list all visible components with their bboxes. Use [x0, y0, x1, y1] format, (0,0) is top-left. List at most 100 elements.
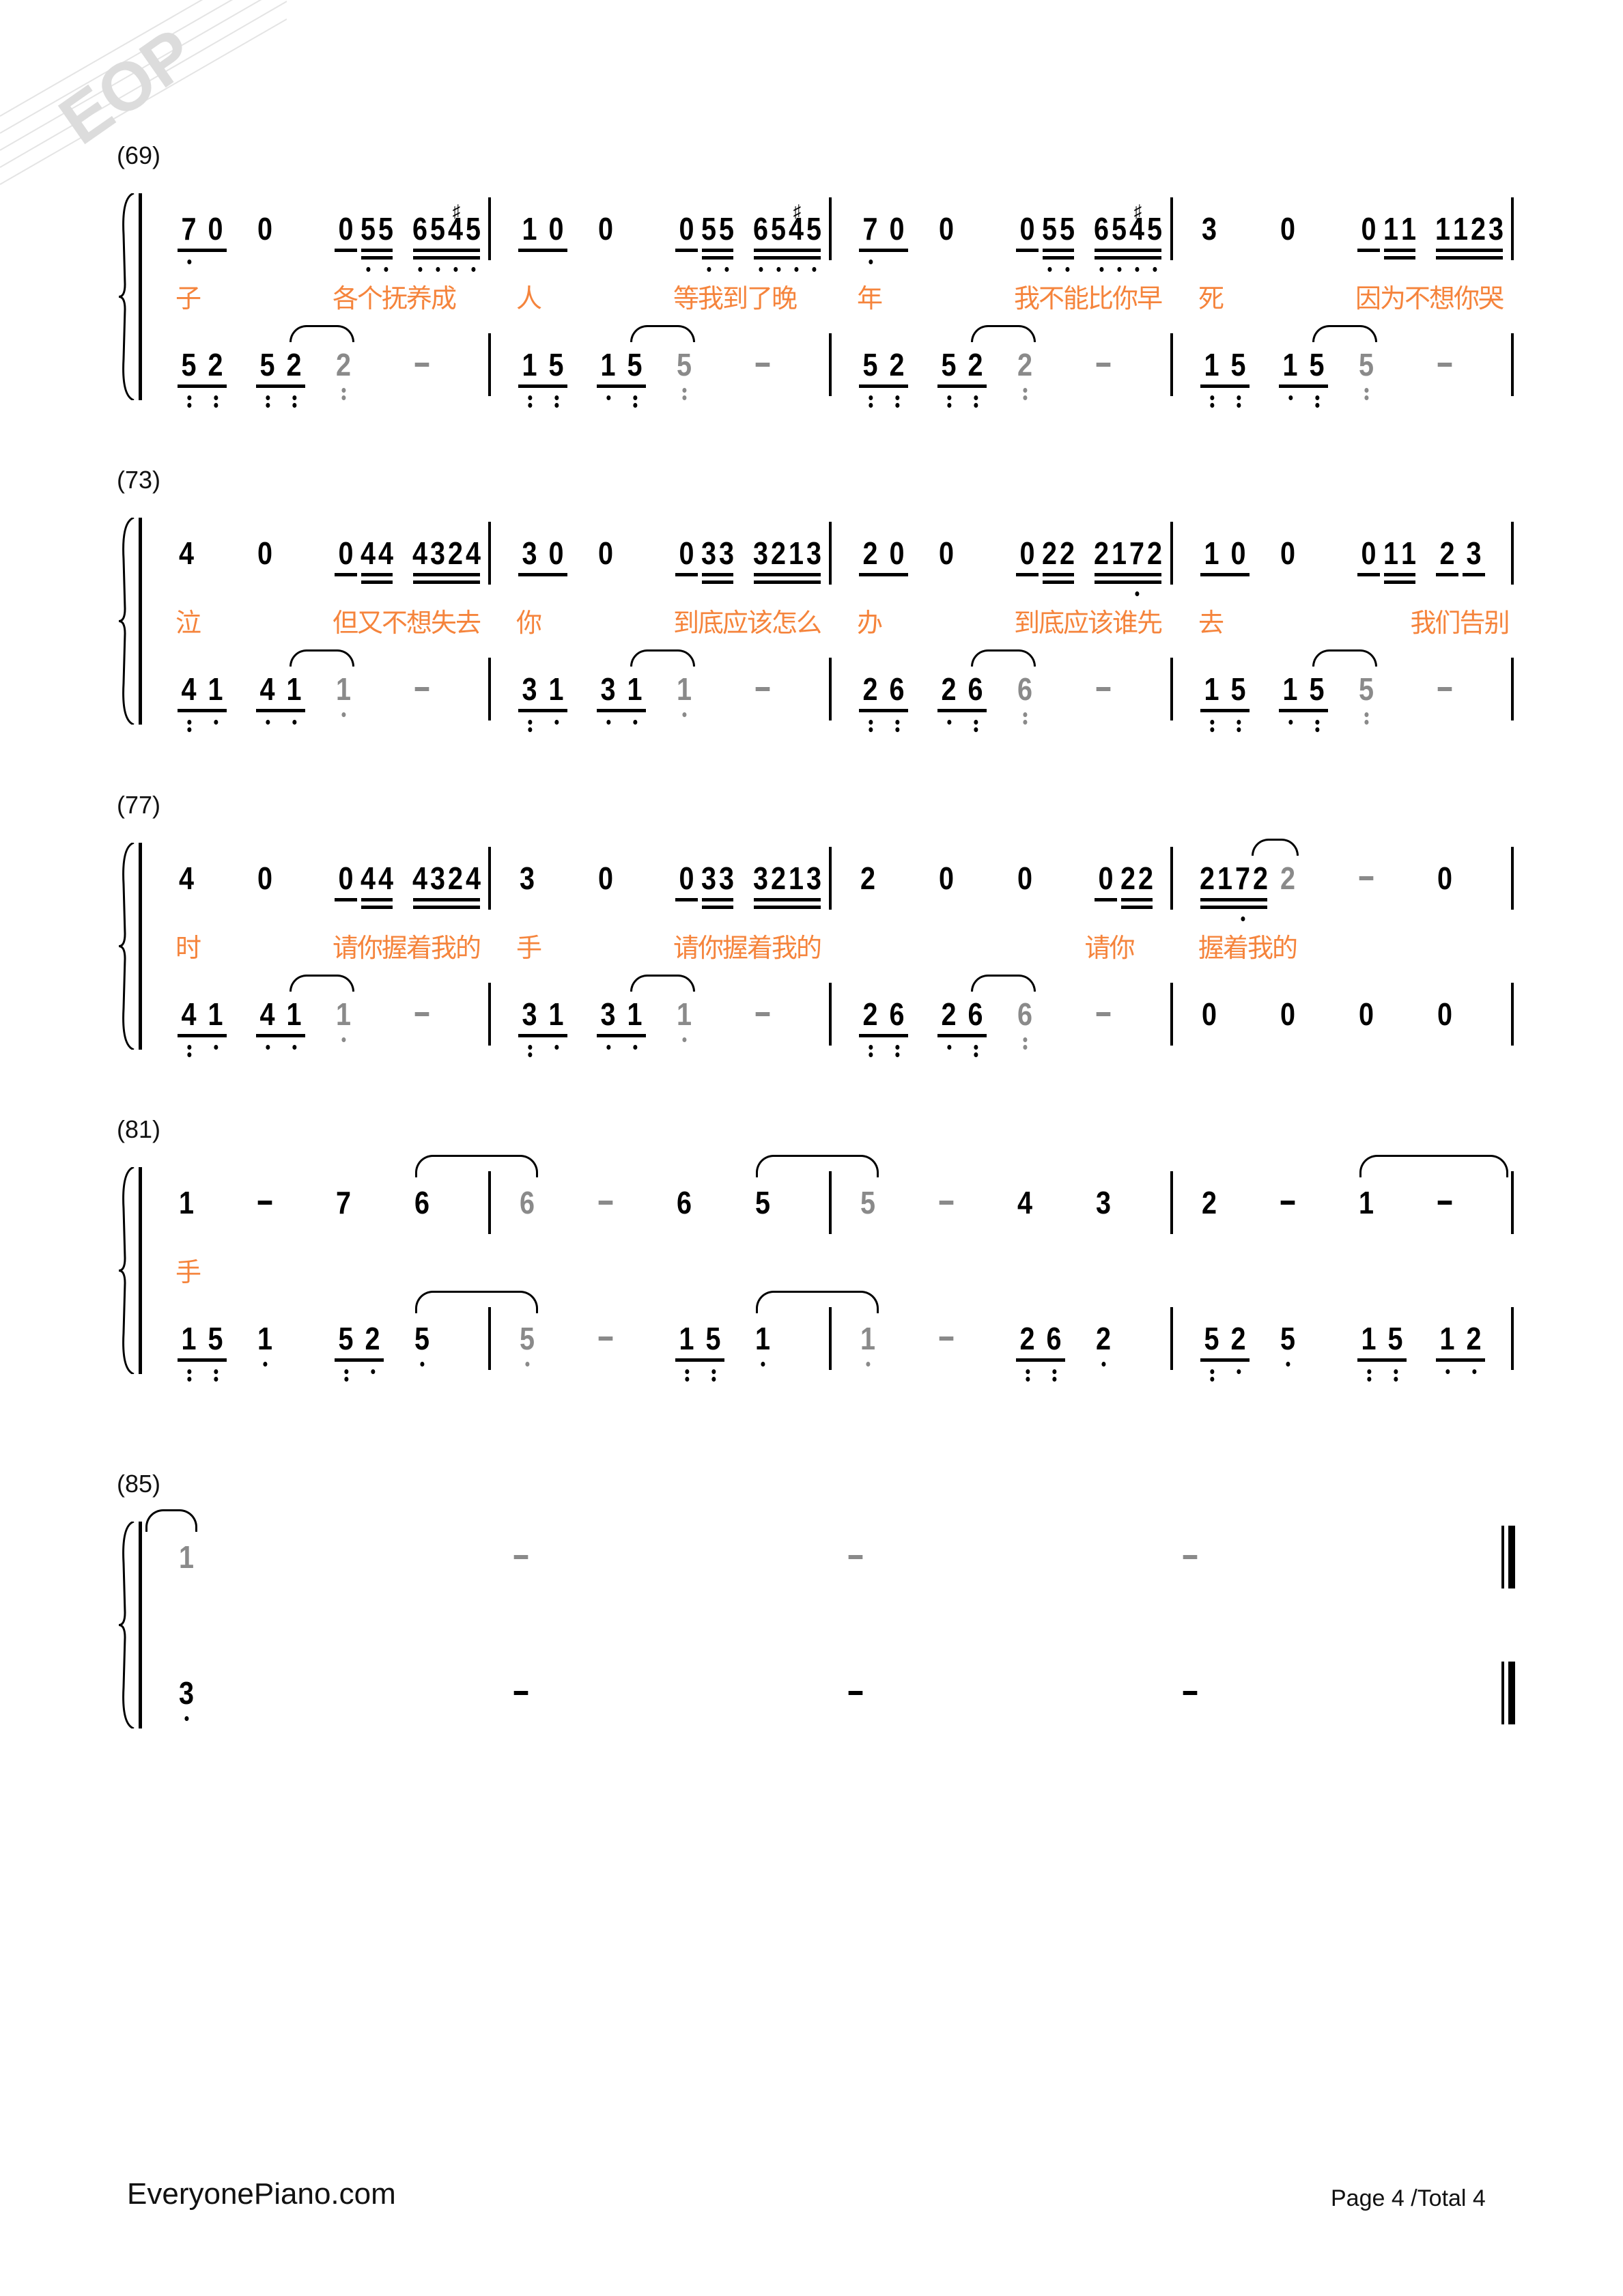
octave-dot-below [420, 1362, 425, 1367]
beam-underline [597, 1034, 646, 1037]
octave-dot-below [186, 1052, 191, 1057]
beamed-note-group: 4324 [411, 860, 482, 909]
note-beat: 10 [516, 211, 569, 252]
note-group: 0 [1434, 860, 1456, 896]
note-group [1179, 1539, 1201, 1575]
note: 5 [1357, 347, 1376, 400]
dash-extension [937, 1321, 956, 1356]
grand-staff-brace [116, 841, 137, 1053]
octave-dot-below [370, 1369, 375, 1374]
octave-dot-below [868, 395, 873, 400]
note-beat [752, 671, 774, 707]
note-group: 0 [1014, 860, 1036, 896]
note-beat [845, 1539, 866, 1575]
note: 0 [1280, 535, 1296, 571]
dash-mark [598, 1336, 613, 1341]
note-beat: 15 [1355, 1321, 1409, 1382]
note: 7 [1129, 535, 1144, 596]
note: 1 [1383, 211, 1399, 247]
dash-extension [1094, 996, 1113, 1032]
note: 1 [675, 996, 694, 1042]
note-group: 0 [595, 860, 617, 896]
note-beat: 5 [673, 347, 695, 400]
note-group [752, 347, 774, 382]
octave-dot-below [1065, 267, 1070, 272]
note: 1 [1279, 347, 1302, 400]
note: 1 [1204, 535, 1219, 571]
beam-underline [256, 1034, 305, 1037]
note-group: 5 [516, 1321, 538, 1367]
note-beat: 0 11 [1355, 211, 1417, 260]
barline [1511, 1307, 1514, 1370]
note: 0 [1230, 535, 1246, 571]
octave-dot-below [1023, 395, 1028, 400]
dash-extension [937, 1185, 956, 1220]
note-group [1092, 347, 1114, 382]
note-group: 1 [857, 1321, 879, 1367]
note: 1 [753, 1321, 772, 1367]
barline [829, 1171, 832, 1234]
lyric-text: 人 [516, 283, 542, 313]
beamed-note-group: 6 5 4 ♯ 5 [1092, 201, 1163, 272]
tie-arc [290, 325, 354, 342]
beam-underline [518, 249, 567, 252]
note: 4 [360, 860, 376, 896]
note-group: 5 [1277, 1321, 1299, 1367]
note-beat: 5 [1277, 1321, 1299, 1367]
note: 0 [338, 535, 354, 571]
note: 0 [679, 535, 694, 571]
octave-dot-below [894, 720, 899, 725]
dash-mark [939, 1201, 954, 1205]
note-beat: 055 [673, 211, 735, 272]
note-beat: 1 [673, 996, 695, 1042]
note-beat: 52 [935, 347, 989, 408]
beam-underline [754, 906, 821, 909]
octave-dot-below [1153, 267, 1157, 272]
beam-underline [518, 573, 567, 576]
beamed-note-group: 15 [1198, 347, 1252, 408]
note-group: 0 [935, 860, 957, 896]
tie-arc [630, 975, 695, 992]
beamed-note-group: 26 [935, 671, 989, 732]
note: 7 [335, 1185, 352, 1220]
note-beat: 0 [1277, 535, 1299, 571]
dash-extension [1181, 1675, 1200, 1711]
note-beat: 5 [752, 1185, 774, 1220]
note-beat: 15 [673, 1321, 726, 1382]
barline [488, 658, 491, 720]
note-beat: 1 [333, 671, 354, 717]
system-start-line [139, 1167, 142, 1374]
beamed-note-group: 26 [857, 671, 910, 732]
measure-number: (81) [117, 1115, 161, 1143]
note: 4 [1017, 1185, 1033, 1220]
note-beat: 3 [1198, 211, 1220, 247]
octave-dot-below [1286, 1362, 1290, 1367]
note: 5 [1227, 671, 1250, 732]
octave-dot-below [868, 720, 873, 725]
note: 3 [1466, 535, 1482, 571]
note: 4 [178, 671, 201, 732]
octave-dot-below [606, 720, 610, 725]
octave-dot-below [606, 1045, 610, 1050]
note: 6 [886, 996, 909, 1057]
barline [829, 197, 832, 260]
note: 3 [718, 860, 735, 896]
note-beat: 0 [1277, 211, 1299, 247]
note: 2 [1463, 1321, 1486, 1374]
dash-extension [1278, 1185, 1297, 1220]
note: 1 [283, 671, 306, 725]
octave-dot-below [973, 720, 978, 725]
note: 1 [545, 671, 568, 725]
note-beat [1179, 1675, 1201, 1711]
note-group: 1 [673, 996, 695, 1042]
note-beat: 0 [1434, 860, 1456, 896]
octave-dot-below [1101, 1362, 1106, 1367]
dash-mark [1437, 363, 1452, 367]
note: 2 [447, 535, 464, 571]
lyric-text: 到底应该谁先 [1014, 608, 1163, 638]
octave-dot-below [776, 267, 781, 272]
note: 5 [1227, 347, 1250, 408]
octave-dot-below [384, 267, 389, 272]
note-beat: 15 [1198, 671, 1252, 732]
octave-dot-below [866, 1362, 871, 1367]
